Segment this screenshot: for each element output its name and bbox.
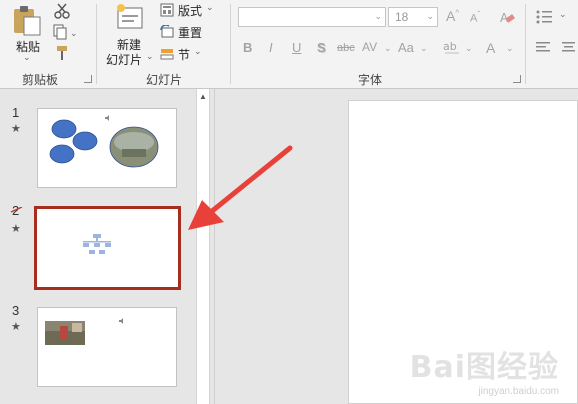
new-slide-button[interactable]: 新建 幻灯片 ⌄ bbox=[104, 2, 156, 67]
svg-text:⌄: ⌄ bbox=[70, 29, 78, 39]
layout-button[interactable]: 版式 ⌄ bbox=[160, 2, 220, 20]
change-case-button[interactable]: Aa bbox=[398, 40, 414, 55]
scroll-up-arrow-icon[interactable]: ▲ bbox=[199, 92, 207, 101]
copy-icon[interactable]: ⌄ bbox=[52, 24, 78, 40]
font-color-dropdown-icon[interactable]: ⌄ bbox=[506, 43, 514, 54]
highlight-dropdown-icon[interactable]: ⌄ bbox=[465, 43, 473, 54]
ribbon: 粘贴 ⌄ ⌄ 剪贴板 新建 幻灯片 ⌄ 版式 ⌄ 重置 节 ⌄ 幻灯片 ⌄ 18… bbox=[0, 0, 578, 89]
character-spacing-button[interactable]: AV bbox=[362, 40, 377, 54]
new-slide-dropdown-icon: ⌄ bbox=[146, 51, 154, 61]
section-dropdown-icon: ⌄ bbox=[194, 46, 202, 56]
new-slide-label-2: 幻灯片 bbox=[106, 53, 143, 67]
slide-number-3: 3 bbox=[12, 303, 20, 318]
increase-font-size-glyph: A bbox=[446, 8, 456, 24]
slide-thumbnail-3[interactable] bbox=[37, 307, 177, 387]
paste-button[interactable]: 粘贴 ⌄ bbox=[6, 2, 46, 64]
font-group-label: 字体 bbox=[358, 73, 383, 87]
slide-number-1: 1 bbox=[12, 105, 20, 120]
layout-dropdown-icon: ⌄ bbox=[206, 2, 214, 12]
highlight-icon[interactable]: ab bbox=[442, 38, 462, 56]
slide-animation-star-icon: ★ bbox=[11, 223, 21, 235]
section-icon bbox=[160, 49, 174, 60]
strikethrough-button[interactable]: abc bbox=[337, 42, 355, 54]
reset-button[interactable]: 重置 bbox=[160, 24, 220, 42]
paste-icon bbox=[14, 6, 41, 36]
change-case-dropdown-icon[interactable]: ⌄ bbox=[420, 43, 428, 54]
slide-hidden-icon bbox=[10, 207, 23, 213]
slide-3-content bbox=[45, 318, 123, 345]
increase-font-size-button[interactable]: A^ bbox=[446, 8, 459, 24]
format-painter-icon[interactable] bbox=[54, 45, 70, 61]
slides-group-label: 幻灯片 bbox=[146, 73, 183, 87]
bullets-icon[interactable] bbox=[535, 9, 557, 25]
layout-label: 版式 bbox=[178, 4, 203, 18]
slide-thumbnail-2-selected[interactable] bbox=[34, 206, 181, 290]
slide-editing-canvas[interactable]: Bai图经验 jingyan.baidu.com bbox=[348, 100, 578, 404]
clipboard-launcher-icon[interactable] bbox=[84, 75, 92, 83]
italic-button[interactable]: I bbox=[269, 40, 273, 55]
slide-1-content bbox=[49, 115, 159, 168]
font-color-button[interactable]: A bbox=[486, 40, 495, 56]
annotation-arrow-icon bbox=[188, 145, 293, 230]
decrease-font-size-button[interactable]: Aˇ bbox=[470, 10, 480, 25]
reset-icon bbox=[160, 25, 174, 38]
font-size-value: 18 bbox=[395, 10, 409, 24]
paste-dropdown-icon: ⌄ bbox=[23, 52, 31, 62]
underline-button[interactable]: U bbox=[292, 40, 301, 55]
svg-text:ab: ab bbox=[443, 40, 457, 53]
font-name-dropdown-icon: ⌄ bbox=[374, 11, 382, 21]
font-size-dropdown-icon: ⌄ bbox=[426, 11, 434, 21]
slide-animation-star-icon: ★ bbox=[11, 123, 21, 135]
character-spacing-dropdown-icon[interactable]: ⌄ bbox=[384, 43, 392, 54]
slide-2-content bbox=[83, 234, 111, 254]
align-left-icon[interactable] bbox=[535, 41, 553, 55]
reset-label: 重置 bbox=[178, 26, 203, 40]
font-size-combo[interactable]: 18 ⌄ bbox=[388, 7, 438, 27]
watermark: Bai图经验 jingyan.baidu.com bbox=[410, 342, 559, 397]
slide-animation-star-icon: ★ bbox=[11, 321, 21, 333]
new-slide-icon bbox=[117, 4, 143, 29]
cut-icon[interactable] bbox=[54, 3, 70, 19]
clear-formatting-icon[interactable]: A bbox=[499, 9, 515, 25]
bold-button[interactable]: B bbox=[243, 40, 252, 55]
section-button[interactable]: 节 ⌄ bbox=[160, 46, 220, 64]
slide-thumbnail-1[interactable] bbox=[37, 108, 177, 188]
watermark-url: jingyan.baidu.com bbox=[478, 386, 559, 397]
font-launcher-icon[interactable] bbox=[513, 75, 521, 83]
watermark-logo: Bai图经验 bbox=[409, 350, 559, 385]
layout-icon bbox=[160, 3, 174, 17]
text-shadow-button[interactable]: S bbox=[317, 40, 326, 55]
align-center-icon[interactable] bbox=[561, 41, 575, 55]
font-name-combo[interactable]: ⌄ bbox=[238, 7, 386, 27]
bullets-dropdown-icon[interactable]: ⌄ bbox=[559, 9, 567, 20]
section-label: 节 bbox=[178, 48, 191, 62]
clipboard-group-label: 剪贴板 bbox=[22, 73, 59, 87]
